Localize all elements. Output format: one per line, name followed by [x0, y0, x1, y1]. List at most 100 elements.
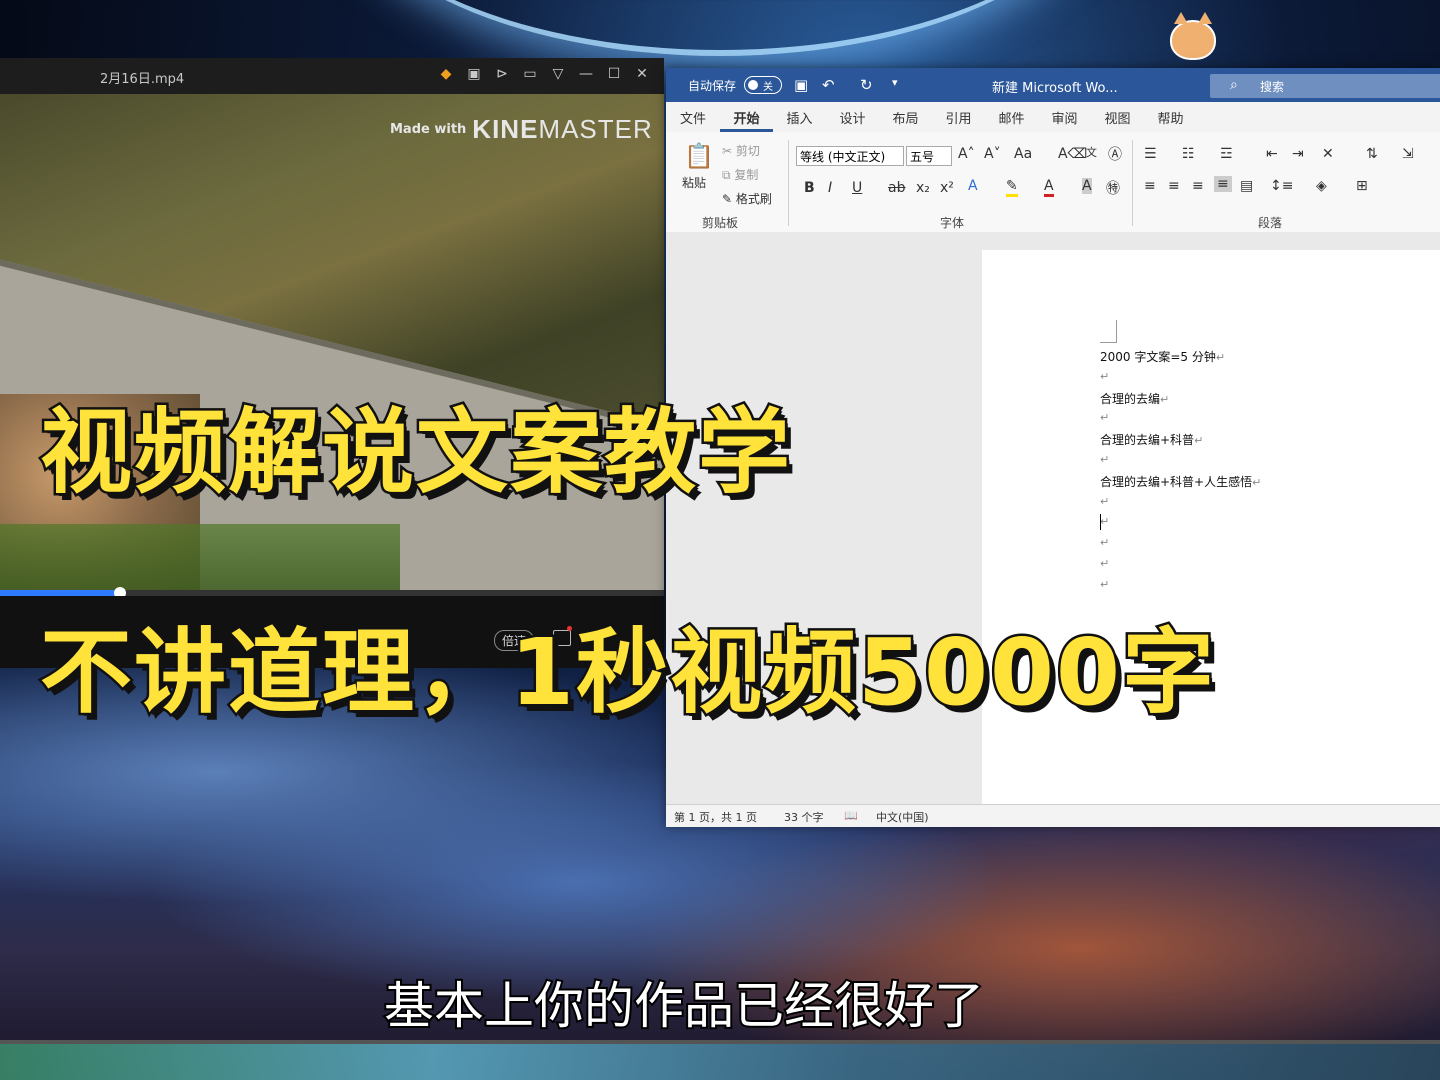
- chinese-layout-icon[interactable]: ✕: [1322, 146, 1334, 162]
- grow-font-icon[interactable]: A˄: [958, 146, 975, 162]
- headline-top: 视频解说文案教学: [37, 397, 793, 509]
- window-icon[interactable]: ▣: [466, 66, 482, 82]
- align-center-icon[interactable]: ≡: [1168, 178, 1180, 194]
- document-paragraph[interactable]: ↵: [1100, 494, 1109, 508]
- numbering-icon[interactable]: ☷: [1182, 146, 1195, 162]
- tab-mailings[interactable]: 邮件: [985, 102, 1038, 132]
- document-paragraph[interactable]: 合理的去编+科普+人生感悟↵: [1100, 473, 1261, 490]
- video-subtitle: 基本上你的作品已经很好了: [382, 975, 986, 1037]
- paragraph-group-label: 段落: [1258, 216, 1283, 230]
- borders-icon[interactable]: ⊞: [1356, 178, 1368, 194]
- video-frame[interactable]: Made with KINEMASTER: [0, 94, 664, 590]
- document-paragraph[interactable]: ↵: [1100, 577, 1109, 591]
- superscript-icon[interactable]: x²: [940, 180, 954, 196]
- italic-icon[interactable]: I: [828, 180, 832, 196]
- tab-home[interactable]: 开始: [720, 102, 773, 132]
- player-window-controls: ◆ ▣ ⊳ ▭ ▽ — ☐ ✕: [438, 66, 650, 82]
- video-player-window[interactable]: 2月16日.mp4 ◆ ▣ ⊳ ▭ ▽ — ☐ ✕ Made with KINEM…: [0, 58, 664, 668]
- char-shading-icon[interactable]: A: [1082, 178, 1092, 194]
- collapse-icon[interactable]: ▽: [550, 66, 566, 82]
- proofing-icon[interactable]: 📖: [844, 809, 858, 822]
- search-box[interactable]: ⌕ 搜索: [1210, 74, 1440, 98]
- save-icon[interactable]: ▣: [794, 76, 808, 94]
- align-left-icon[interactable]: ≡: [1144, 178, 1156, 194]
- document-paragraph[interactable]: ↵: [1100, 514, 1109, 528]
- close-icon[interactable]: ✕: [634, 66, 650, 82]
- document-paragraph[interactable]: ↵: [1100, 452, 1109, 466]
- text-effects-icon[interactable]: A: [968, 178, 978, 194]
- undo-icon[interactable]: ↶: [822, 76, 835, 94]
- taskbar[interactable]: [0, 1044, 1440, 1080]
- paste-button[interactable]: 粘贴: [682, 174, 706, 191]
- font-name-select[interactable]: 等线 (中文正文): [796, 146, 904, 166]
- text-cursor: [1100, 514, 1101, 530]
- line-spacing-icon[interactable]: ↕≡: [1270, 178, 1293, 194]
- clear-format-icon[interactable]: A⌫: [1058, 146, 1087, 162]
- customize-qa-icon[interactable]: ▾: [892, 76, 898, 89]
- tab-file[interactable]: 文件: [666, 102, 720, 132]
- underline-icon[interactable]: U: [852, 180, 862, 196]
- multilevel-list-icon[interactable]: ☲: [1220, 146, 1233, 162]
- tab-review[interactable]: 审阅: [1038, 102, 1091, 132]
- tab-layout[interactable]: 布局: [879, 102, 932, 132]
- shrink-font-icon[interactable]: A˅: [984, 146, 1001, 162]
- language-indicator[interactable]: 中文(中国): [876, 809, 929, 825]
- char-border-icon[interactable]: Ⓐ: [1108, 144, 1122, 164]
- tab-help[interactable]: 帮助: [1144, 102, 1197, 132]
- distributed-icon[interactable]: ▤: [1240, 178, 1253, 194]
- paste-icon[interactable]: 📋: [684, 142, 714, 170]
- highlight-icon[interactable]: ✎: [1006, 178, 1018, 197]
- document-title[interactable]: 新建 Microsoft Wo...: [992, 77, 1118, 96]
- bold-icon[interactable]: B: [804, 180, 815, 196]
- document-paragraph[interactable]: ↵: [1100, 535, 1109, 549]
- shiba-mascot-icon: [1170, 12, 1216, 60]
- player-title-bar[interactable]: 2月16日.mp4 ◆ ▣ ⊳ ▭ ▽ — ☐ ✕: [0, 58, 664, 94]
- minimize-icon[interactable]: —: [578, 66, 594, 82]
- tab-insert[interactable]: 插入: [773, 102, 826, 132]
- ribbon-home: 📋 粘贴 ✂ 剪切 ⧉ 复制 ✎ 格式刷 剪贴板 等线 (中文正文) 五号 A˄…: [666, 132, 1440, 233]
- increase-indent-icon[interactable]: ⇥: [1292, 146, 1304, 162]
- copy-button[interactable]: ⧉ 复制: [722, 166, 758, 183]
- ribbon-tabs: 文件 开始 插入 设计 布局 引用 邮件 审阅 视图 帮助: [666, 102, 1440, 132]
- bullets-icon[interactable]: ☰: [1144, 146, 1157, 162]
- game-icon[interactable]: ◆: [438, 66, 454, 82]
- decrease-indent-icon[interactable]: ⇤: [1266, 146, 1278, 162]
- show-marks-icon[interactable]: ⇲: [1402, 146, 1414, 162]
- headline-bottom: 不讲道理，1秒视频5000字: [37, 617, 1217, 729]
- autosave-label: 自动保存: [688, 79, 737, 93]
- strikethrough-icon[interactable]: ab: [888, 180, 905, 196]
- sort-icon[interactable]: ⇅: [1366, 146, 1378, 162]
- tab-references[interactable]: 引用: [932, 102, 985, 132]
- font-group-label: 字体: [940, 216, 965, 230]
- autosave-toggle[interactable]: 关: [744, 76, 782, 94]
- search-icon: ⌕: [1230, 77, 1238, 93]
- change-case-icon[interactable]: Aa: [1014, 146, 1032, 162]
- word-title-bar[interactable]: 自动保存 关 ▣ ↶ ↻ ▾ 新建 Microsoft Wo... ⌕ 搜索: [666, 68, 1440, 102]
- shading-icon[interactable]: ◈: [1316, 178, 1327, 194]
- document-paragraph[interactable]: 合理的去编+科普↵: [1100, 431, 1203, 448]
- align-right-icon[interactable]: ≡: [1192, 178, 1204, 194]
- document-paragraph[interactable]: ↵: [1100, 410, 1109, 424]
- video-grass: [0, 524, 400, 590]
- maximize-icon[interactable]: ☐: [606, 66, 622, 82]
- page-count[interactable]: 第 1 页，共 1 页: [674, 809, 757, 825]
- subscript-icon[interactable]: x₂: [916, 180, 930, 196]
- folder-icon[interactable]: ▭: [522, 66, 538, 82]
- document-paragraph[interactable]: 合理的去编↵: [1100, 390, 1169, 407]
- document-paragraph[interactable]: 2000 字文案=5 分钟↵: [1100, 348, 1225, 365]
- document-paragraph[interactable]: ↵: [1100, 369, 1109, 383]
- justify-icon[interactable]: ≡: [1214, 176, 1232, 192]
- tab-design[interactable]: 设计: [826, 102, 879, 132]
- cut-button[interactable]: ✂ 剪切: [722, 142, 760, 159]
- pin-icon[interactable]: ⊳: [494, 66, 510, 82]
- tab-view[interactable]: 视图: [1091, 102, 1144, 132]
- enclose-char-icon[interactable]: ㊕: [1106, 178, 1120, 198]
- font-size-select[interactable]: 五号: [906, 146, 952, 166]
- redo-icon[interactable]: ↻: [860, 76, 873, 94]
- kinemaster-watermark: Made with KINEMASTER: [390, 114, 653, 144]
- document-paragraph[interactable]: ↵: [1100, 556, 1109, 570]
- word-count[interactable]: 33 个字: [784, 809, 824, 825]
- phonetic-guide-icon[interactable]: 文: [1086, 144, 1097, 160]
- format-painter-button[interactable]: ✎ 格式刷: [722, 190, 772, 207]
- font-color-icon[interactable]: A: [1044, 178, 1054, 197]
